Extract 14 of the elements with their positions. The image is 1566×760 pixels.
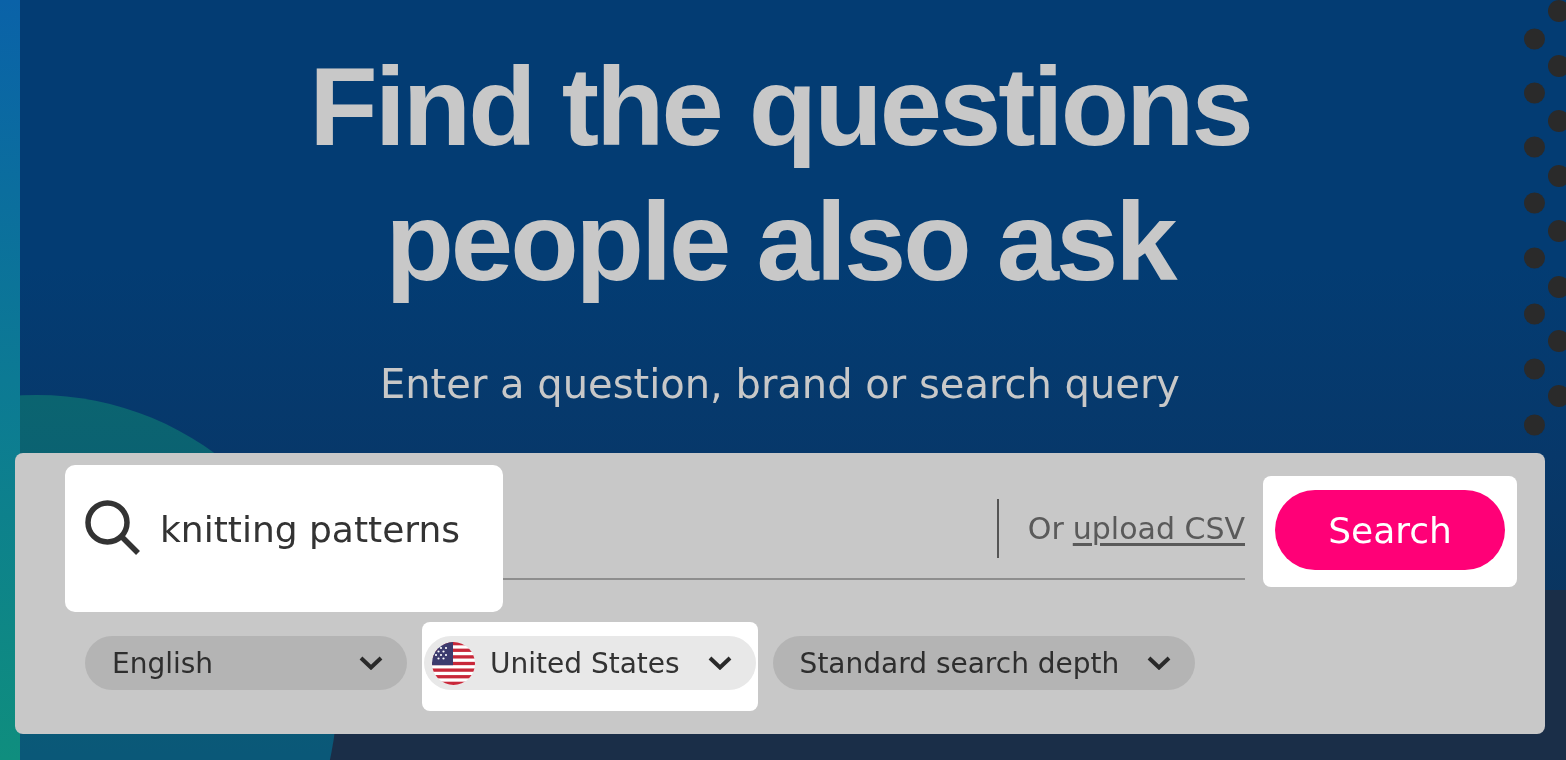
hero-subtitle: Enter a question, brand or search query	[379, 361, 1180, 407]
dropdown[interactable]: Standard search depth	[772, 636, 1196, 690]
or-label: Or	[1027, 510, 1064, 548]
hero-title: Find the questions people also ask	[308, 43, 1252, 306]
search-field[interactable]: knitting patterns	[160, 499, 997, 559]
search-button[interactable]: Search	[1275, 490, 1505, 570]
chevron-icon	[1147, 656, 1172, 670]
flag-icon	[432, 641, 475, 685]
chevron-icon	[707, 656, 732, 670]
dropdown[interactable]: English	[85, 636, 407, 690]
dropdown[interactable]: United States	[424, 636, 756, 690]
chevron-icon	[359, 656, 383, 670]
search-icon	[85, 500, 141, 555]
upload-link[interactable]: upload CSV	[1072, 499, 1245, 559]
